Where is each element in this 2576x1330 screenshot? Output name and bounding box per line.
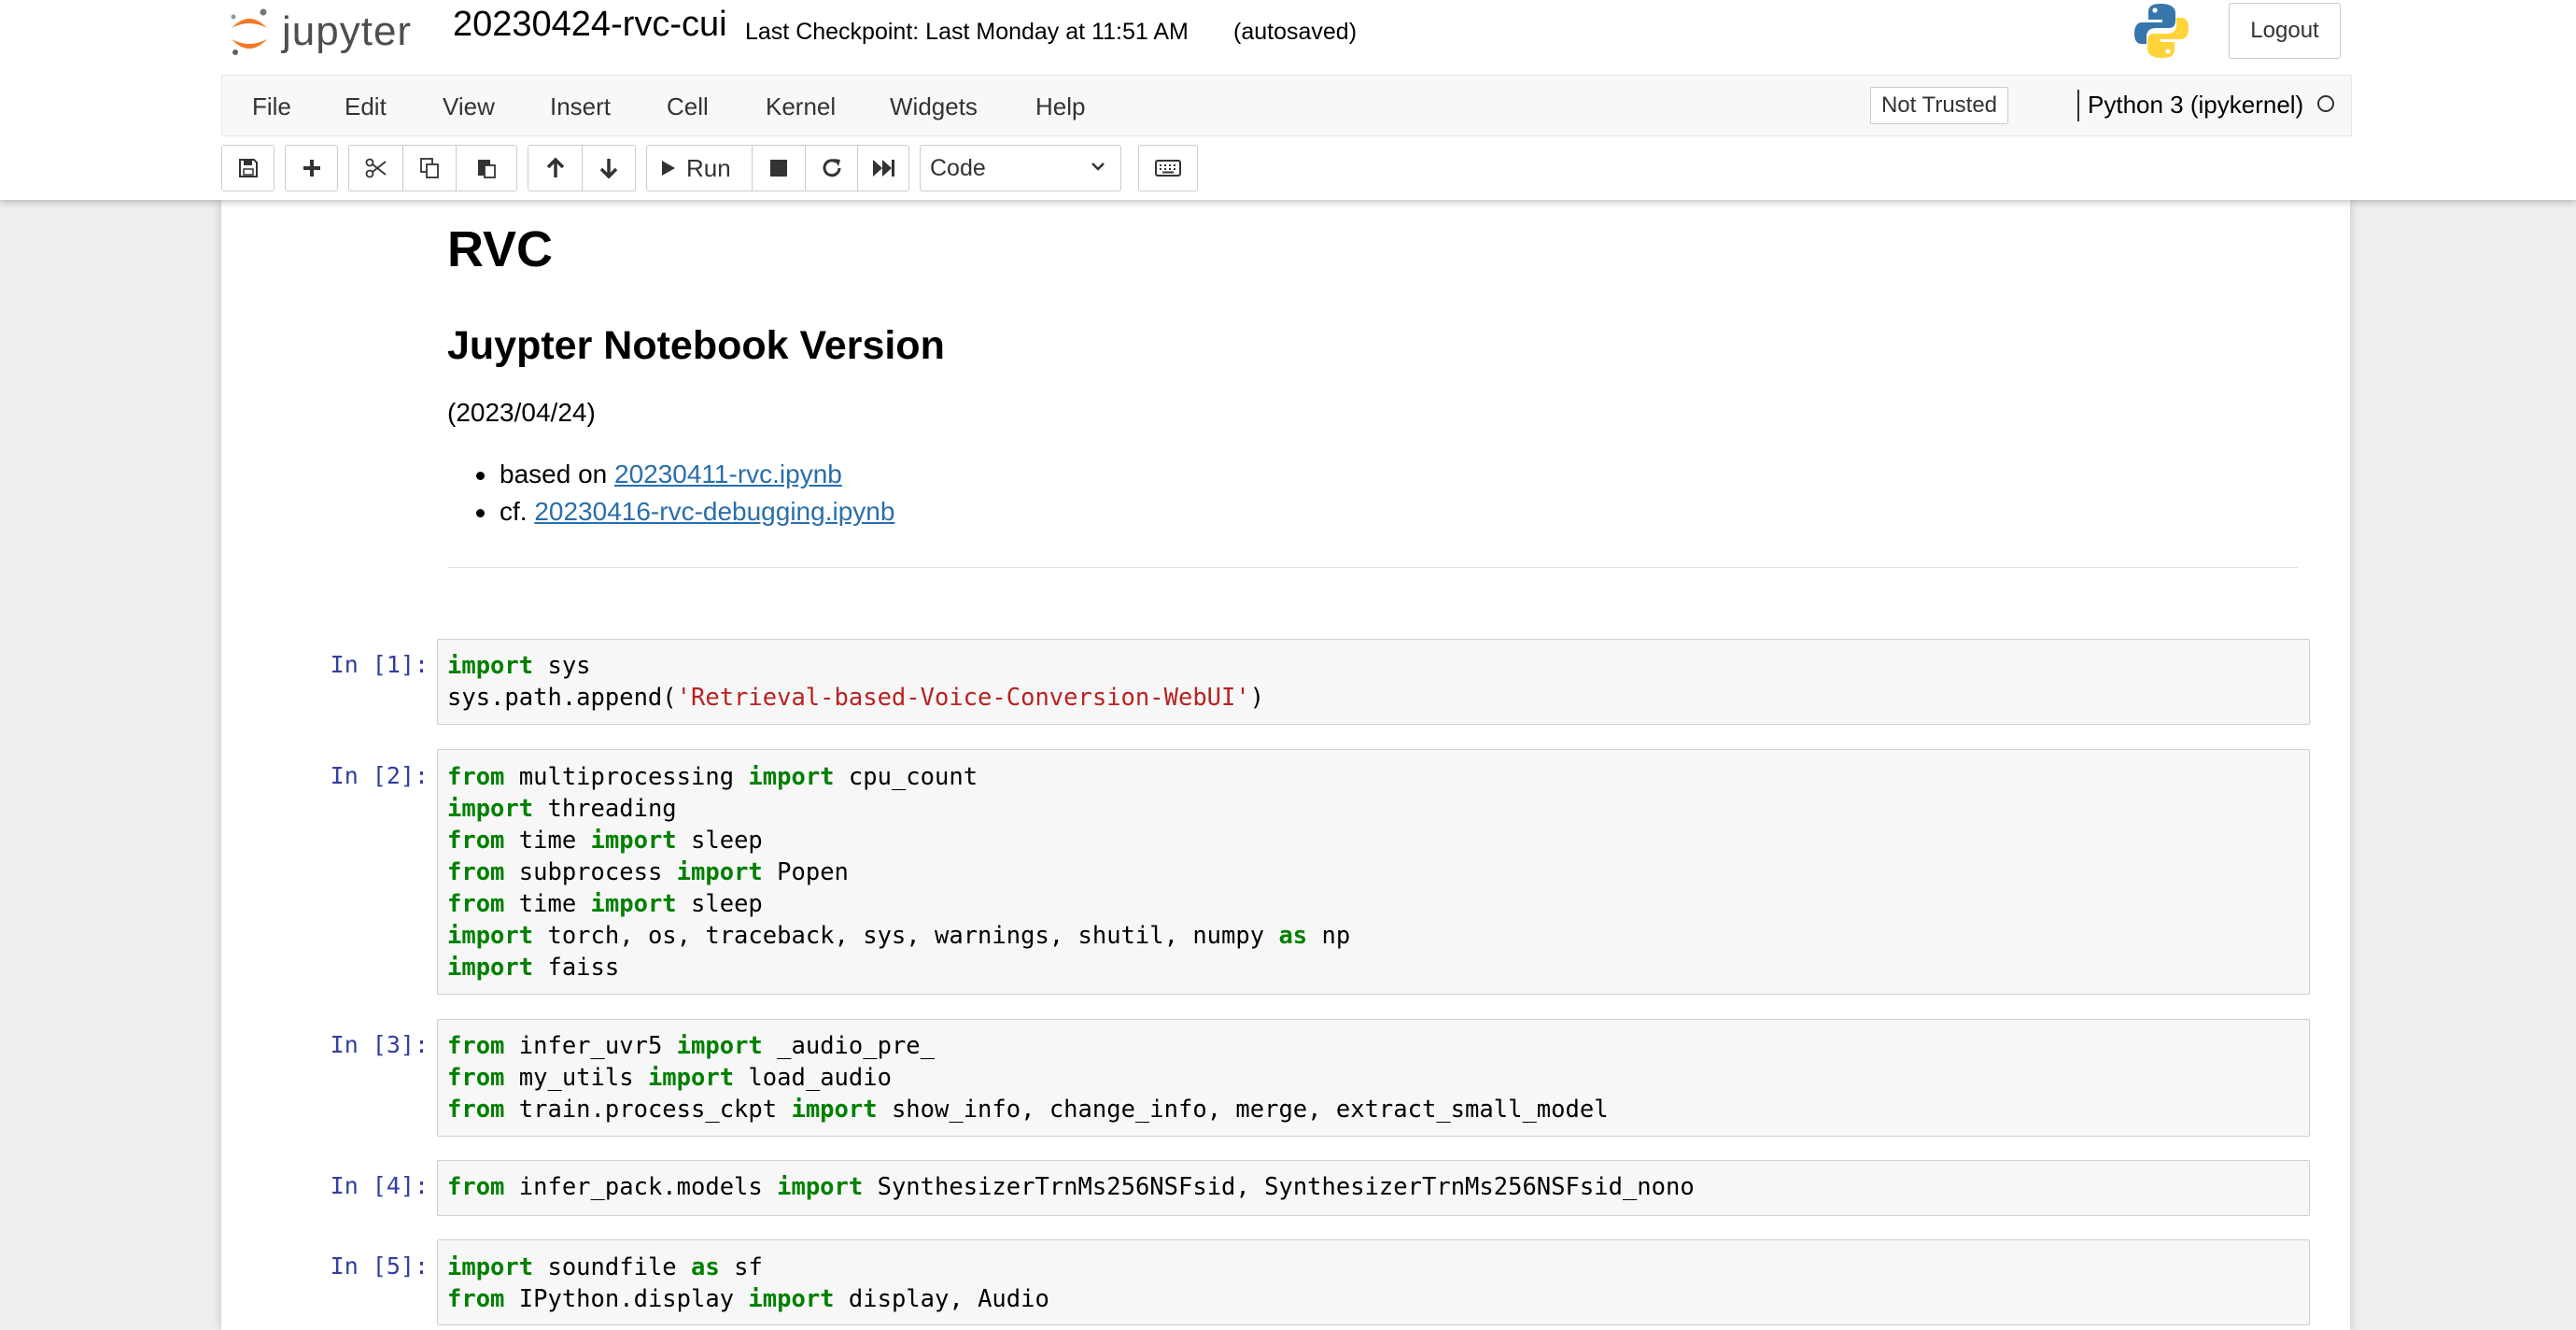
- cell-prompt: In [1]:: [330, 651, 429, 678]
- paste-icon: [478, 160, 496, 178]
- markdown-heading-1: RVC: [447, 221, 554, 277]
- code-line: import threading: [447, 795, 677, 823]
- cut-button[interactable]: [348, 145, 403, 191]
- code-line: from infer_pack.models import Synthesize…: [447, 1173, 1695, 1201]
- menu-view[interactable]: View: [443, 92, 495, 121]
- plus-icon: [303, 160, 320, 177]
- list-item: cf. 20230416-rvc-debugging.ipynb: [475, 497, 894, 527]
- insert-cell-button[interactable]: [285, 145, 338, 191]
- code-line: sys.path.append('Retrieval-based-Voice-C…: [447, 684, 1265, 712]
- play-icon: [662, 161, 675, 176]
- cell-prompt: In [3]:: [330, 1031, 429, 1058]
- kernel-idle-icon: [2317, 95, 2334, 112]
- code-line: from time import sleep: [447, 827, 763, 855]
- scissors-icon: [365, 158, 387, 178]
- restart-button[interactable]: [805, 145, 858, 191]
- menu-kernel[interactable]: Kernel: [766, 92, 836, 121]
- chevron-down-icon: [1091, 163, 1105, 171]
- save-button[interactable]: [221, 145, 274, 191]
- markdown-heading-2: Juypter Notebook Version: [447, 323, 945, 368]
- jupyter-logo[interactable]: jupyter: [228, 4, 412, 60]
- jupyter-logo-text: jupyter: [282, 8, 413, 54]
- command-palette-button[interactable]: [1138, 145, 1198, 191]
- code-line: from multiprocessing import cpu_count: [447, 763, 978, 791]
- arrow-up-icon: [546, 157, 564, 177]
- run-button[interactable]: Run: [646, 145, 753, 191]
- not-trusted-button[interactable]: Not Trusted: [1870, 87, 2008, 124]
- checkpoint-status: Last Checkpoint: Last Monday at 11:51 AM: [745, 19, 1189, 45]
- markdown-date: (2023/04/24): [447, 398, 596, 427]
- move-up-button[interactable]: [528, 145, 583, 191]
- code-line: import faiss: [447, 954, 620, 982]
- list-item-prefix: based on: [500, 460, 614, 488]
- notebook-header: jupyter 20230424-rvc-cui Last Checkpoint…: [0, 0, 2576, 200]
- kernel-separator: [2077, 90, 2079, 121]
- code-line: import torch, os, traceback, sys, warnin…: [447, 922, 1351, 950]
- menu-widgets[interactable]: Widgets: [890, 92, 978, 121]
- markdown-divider: [447, 567, 2298, 568]
- notebook-link-20230416[interactable]: 20230416-rvc-debugging.ipynb: [534, 497, 894, 526]
- cell-prompt: In [2]:: [330, 762, 429, 789]
- floppy-disk-icon: [238, 159, 258, 177]
- move-down-button[interactable]: [582, 145, 636, 191]
- keyboard-icon: [1155, 160, 1181, 177]
- copy-button[interactable]: [402, 145, 457, 191]
- menu-insert[interactable]: Insert: [550, 92, 611, 121]
- notebook-link-20230411[interactable]: 20230411-rvc.ipynb: [614, 460, 842, 488]
- arrow-down-icon: [599, 159, 618, 179]
- menu-cell[interactable]: Cell: [667, 92, 709, 121]
- cell-prompt: In [4]:: [330, 1172, 429, 1199]
- code-line: import sys: [447, 652, 591, 680]
- cell-prompt: In [5]:: [330, 1252, 429, 1280]
- stop-icon: [770, 160, 787, 177]
- code-line: from infer_uvr5 import _audio_pre_: [447, 1032, 936, 1060]
- paste-button[interactable]: [456, 145, 517, 191]
- copy-icon: [420, 158, 439, 178]
- code-line: import soundfile as sf: [447, 1253, 763, 1281]
- restart-icon: [823, 159, 840, 177]
- code-line: from train.process_ckpt import show_info…: [447, 1096, 1609, 1124]
- jupyter-logo-icon: [228, 6, 271, 58]
- list-item: based on 20230411-rvc.ipynb: [476, 460, 842, 489]
- code-line: from time import sleep: [447, 890, 763, 918]
- code-line: from my_utils import load_audio: [447, 1064, 892, 1092]
- code-line: from IPython.display import display, Aud…: [447, 1285, 1049, 1313]
- menu-help[interactable]: Help: [1035, 92, 1085, 121]
- menu-edit[interactable]: Edit: [345, 92, 387, 121]
- kernel-name[interactable]: Python 3 (ipykernel): [2088, 91, 2303, 120]
- menu-file[interactable]: File: [252, 92, 291, 121]
- list-item-prefix: cf.: [500, 497, 535, 526]
- cell-type-select[interactable]: Code: [920, 145, 1121, 191]
- cell-type-value: Code: [930, 154, 986, 181]
- fast-forward-icon: [873, 160, 894, 177]
- logout-button[interactable]: Logout: [2229, 3, 2341, 59]
- notebook-name[interactable]: 20230424-rvc-cui: [453, 5, 727, 45]
- menu-bar: File Edit View Insert Cell Kernel Widget…: [221, 75, 2352, 136]
- autosave-status: (autosaved): [1233, 19, 1358, 45]
- python-logo-icon: [2133, 2, 2189, 60]
- run-label: Run: [686, 153, 731, 182]
- interrupt-button[interactable]: [752, 145, 806, 191]
- code-line: from subprocess import Popen: [447, 858, 849, 886]
- run-all-button[interactable]: [857, 145, 909, 191]
